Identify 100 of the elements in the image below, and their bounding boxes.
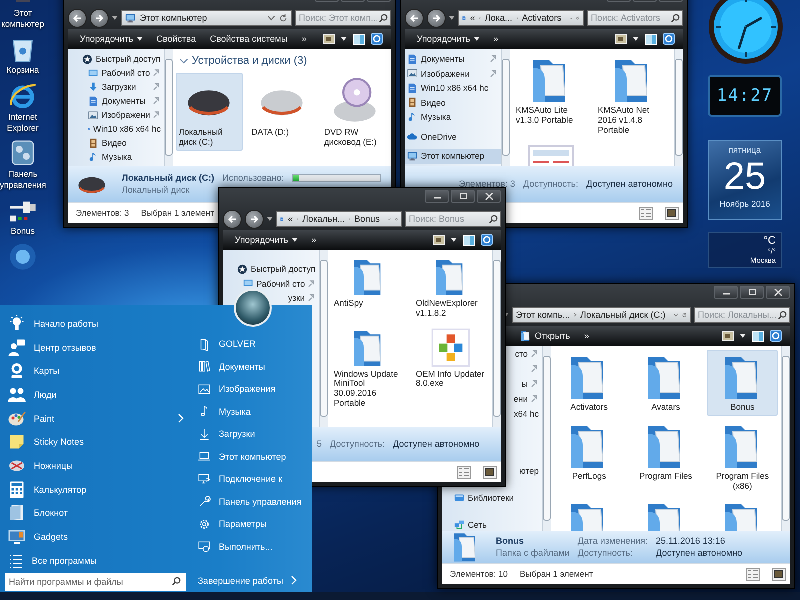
sidebar-item[interactable]: Изображени bbox=[405, 66, 501, 81]
start-menu-link[interactable]: Этот компьютер bbox=[198, 446, 312, 468]
caret-icon[interactable] bbox=[112, 16, 118, 20]
help-icon[interactable] bbox=[663, 33, 675, 45]
file-item[interactable]: Program Files (x86) bbox=[707, 418, 778, 494]
toolbar-button[interactable]: » bbox=[298, 32, 311, 46]
toolbar-menu[interactable]: Упорядочить bbox=[76, 32, 147, 46]
tiles-view-button[interactable] bbox=[665, 206, 679, 220]
sidebar-item[interactable]: узки bbox=[288, 293, 316, 304]
address-bar[interactable]: « Локальн... Bonus bbox=[276, 211, 402, 227]
close-button[interactable] bbox=[477, 190, 501, 203]
shutdown-button[interactable]: Завершение работы bbox=[198, 572, 312, 590]
back-button[interactable] bbox=[405, 8, 424, 28]
start-menu-item[interactable]: Карты bbox=[0, 359, 190, 384]
forward-button[interactable] bbox=[245, 210, 264, 228]
caret-icon[interactable] bbox=[740, 334, 746, 338]
view-icon[interactable] bbox=[722, 331, 734, 341]
search-field[interactable]: Поиск: Локальны... bbox=[694, 307, 790, 323]
address-bar[interactable]: Этот компьютер bbox=[121, 10, 292, 26]
toolbar-button[interactable]: Свойства системы bbox=[206, 32, 292, 46]
file-item[interactable]: Program Files bbox=[630, 418, 702, 485]
file-item[interactable]: PerfLogs bbox=[554, 418, 625, 485]
close-button[interactable] bbox=[766, 286, 790, 299]
desktop-icon-label[interactable]: Internet Explorer bbox=[0, 112, 46, 134]
scrollbar[interactable] bbox=[492, 250, 501, 427]
start-menu-link[interactable]: Панель управления bbox=[198, 490, 312, 513]
back-button[interactable] bbox=[223, 210, 242, 228]
caret-icon[interactable] bbox=[633, 37, 639, 41]
scrollbar[interactable] bbox=[501, 49, 510, 166]
file-item[interactable]: Activators bbox=[554, 350, 625, 416]
sidebar-item[interactable]: ютер bbox=[520, 466, 539, 476]
breadcrumb[interactable]: Bonus bbox=[354, 214, 380, 224]
pin-icon[interactable] bbox=[153, 83, 161, 91]
toolbar-menu[interactable]: Упорядочить bbox=[413, 32, 484, 46]
desktop-icon-label[interactable]: Этот компьютер bbox=[0, 8, 46, 30]
start-menu-item[interactable]: Калькулятор bbox=[0, 478, 190, 502]
start-menu-link[interactable]: Загрузки bbox=[198, 423, 312, 446]
file-item[interactable]: OEM Info Updater 8.0.exe bbox=[413, 324, 489, 392]
toolbar-menu[interactable]: Упорядочить bbox=[231, 233, 302, 247]
start-menu-item[interactable]: Sticky Notes bbox=[0, 430, 190, 454]
start-menu-item[interactable]: Блокнот bbox=[0, 502, 190, 526]
sidebar-item[interactable]: Быстрый доступ bbox=[223, 262, 319, 276]
sidebar-item[interactable]: Быстрый доступ bbox=[68, 52, 164, 66]
start-menu-item[interactable]: Начало работы bbox=[0, 312, 190, 336]
sidebar-item[interactable]: ени bbox=[514, 394, 539, 404]
address-bar[interactable]: Этот компь... Локальный диск (C:) bbox=[512, 307, 691, 323]
help-icon[interactable] bbox=[770, 330, 782, 342]
sidebar-item[interactable]: Музыка bbox=[68, 150, 164, 164]
scrollbar[interactable] bbox=[319, 250, 328, 427]
toolbar-button[interactable]: » bbox=[580, 329, 594, 343]
breadcrumb[interactable]: Activators bbox=[522, 13, 562, 23]
preview-pane-icon[interactable] bbox=[752, 330, 764, 342]
file-item[interactable]: KMSAuto Lite v1.3.0 Portable bbox=[513, 53, 589, 129]
desktop-icon-label[interactable]: Панель управления bbox=[0, 169, 46, 190]
start-menu-link[interactable]: Подключение к bbox=[198, 468, 312, 490]
breadcrumb[interactable]: Лока... bbox=[484, 13, 513, 23]
start-menu-item[interactable]: Ножницы bbox=[0, 454, 190, 478]
help-icon[interactable] bbox=[481, 234, 493, 246]
caret-icon[interactable] bbox=[451, 238, 457, 242]
caret-icon[interactable] bbox=[449, 16, 455, 20]
desktop-icon-label[interactable]: Bonus bbox=[0, 226, 46, 237]
breadcrumb[interactable]: Этот компь... bbox=[516, 310, 570, 320]
start-menu-item[interactable]: Центр отзывов bbox=[0, 336, 190, 360]
sidebar-item[interactable]: Этот компьютер bbox=[405, 149, 501, 164]
tiles-view-button[interactable] bbox=[772, 568, 786, 580]
address-bar[interactable]: « Лока... Activators bbox=[458, 10, 584, 26]
start-menu-item[interactable]: Paint bbox=[0, 406, 190, 430]
sidebar-item[interactable]: OneDrive bbox=[405, 130, 501, 144]
sidebar-item[interactable]: Рабочий сто bbox=[223, 276, 319, 291]
file-item[interactable]: DATA (D:) bbox=[248, 73, 316, 141]
scrollbar[interactable] bbox=[164, 49, 173, 166]
desktop-icon-label[interactable]: Корзина bbox=[0, 65, 46, 76]
help-icon[interactable] bbox=[371, 33, 383, 45]
start-menu-link[interactable]: Музыка bbox=[198, 400, 312, 423]
search-field[interactable]: Поиск: Activators bbox=[587, 10, 683, 26]
pin-icon[interactable] bbox=[490, 70, 498, 78]
pin-icon[interactable] bbox=[153, 97, 161, 105]
preview-pane-icon[interactable] bbox=[353, 34, 365, 44]
caret-icon[interactable] bbox=[267, 217, 273, 221]
start-menu-link[interactable]: Документы bbox=[198, 356, 312, 378]
breadcrumb[interactable]: Локальн... bbox=[302, 214, 346, 224]
scrollbar[interactable] bbox=[542, 346, 551, 531]
details-view-button[interactable] bbox=[639, 206, 653, 220]
caret-icon[interactable] bbox=[341, 37, 347, 41]
sidebar-item[interactable]: Библиотеки bbox=[442, 490, 542, 505]
forward-button[interactable] bbox=[90, 8, 109, 28]
forward-button[interactable] bbox=[427, 8, 446, 28]
refresh-icon[interactable] bbox=[682, 310, 687, 320]
preview-pane-icon[interactable] bbox=[463, 234, 475, 246]
view-icon[interactable] bbox=[433, 235, 445, 245]
start-menu-link[interactable]: Изображения bbox=[198, 378, 312, 400]
toolbar-button[interactable]: Свойства bbox=[152, 32, 200, 46]
scrollbar[interactable] bbox=[781, 346, 790, 531]
preview-pane-icon[interactable] bbox=[645, 34, 657, 44]
all-programs-button[interactable]: Все программы bbox=[0, 548, 190, 573]
sidebar-item[interactable]: Документы bbox=[405, 52, 501, 66]
pin-icon[interactable] bbox=[531, 380, 539, 388]
scrollbar[interactable] bbox=[674, 49, 683, 166]
sidebar-item[interactable]: Win10 x86 x64 hc bbox=[405, 81, 501, 96]
sidebar-item[interactable]: Видео bbox=[405, 96, 501, 110]
